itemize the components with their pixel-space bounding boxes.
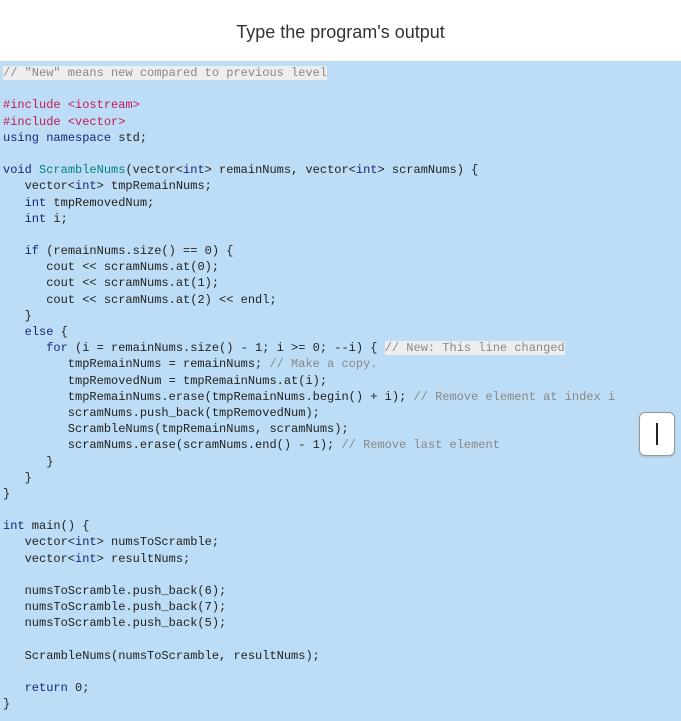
code-text: ScrambleNums(numsToScramble, resultNums)… — [3, 649, 320, 663]
code-num: 0 — [205, 244, 212, 258]
code-text: vector< — [3, 179, 75, 193]
code-text: scramNums.push_back(tmpRemovedNum); — [3, 406, 320, 420]
code-text: ); — [212, 600, 226, 614]
code-text: (remainNums.size() == — [39, 244, 205, 258]
code-text: > remainNums, vector< — [205, 163, 356, 177]
page-title: Type the program's output — [0, 0, 681, 61]
code-text: ) << endl; — [205, 293, 277, 307]
code-include: <iostream> — [68, 98, 140, 112]
code-text: ScrambleNums(tmpRemainNums, scramNums); — [3, 422, 349, 436]
code-keyword: int — [3, 196, 46, 210]
code-num: 0 — [197, 260, 204, 274]
code-keyword: int — [356, 163, 378, 177]
code-num: 0 — [313, 341, 320, 355]
code-preproc: #include — [3, 115, 68, 129]
code-keyword: return — [3, 681, 68, 695]
code-text: numsToScramble.push_back( — [3, 584, 205, 598]
code-keyword: if — [3, 244, 39, 258]
code-num: 7 — [205, 600, 212, 614]
code-keyword: for — [3, 341, 68, 355]
code-text: (vector< — [125, 163, 183, 177]
code-text: ); — [205, 260, 219, 274]
code-num: 0 — [68, 681, 82, 695]
code-text: ); — [212, 584, 226, 598]
code-func: ScrambleNums — [32, 163, 126, 177]
code-text: i; — [46, 212, 68, 226]
code-text: tmpRemovedNum = tmpRemainNums.at(i); — [3, 374, 327, 388]
code-keyword: else — [3, 325, 53, 339]
code-keyword: int — [75, 179, 97, 193]
code-text: ; --i) { — [320, 341, 385, 355]
code-text: std; — [111, 131, 147, 145]
code-block: // "New" means new compared to previous … — [0, 61, 681, 721]
code-text: { — [53, 325, 67, 339]
code-text: ; — [82, 681, 89, 695]
code-text: > numsToScramble; — [97, 535, 219, 549]
code-text: ); — [205, 276, 219, 290]
code-keyword: int — [3, 519, 25, 533]
code-text: tmpRemainNums.erase(tmpRemainNums.begin(… — [3, 390, 413, 404]
code-text: } — [3, 309, 32, 323]
code-text: ; i >= — [262, 341, 312, 355]
code-text: scramNums.erase(scramNums.end() - — [3, 438, 313, 452]
code-num: 5 — [205, 616, 212, 630]
code-text: > tmpRemainNums; — [97, 179, 212, 193]
code-text: main() { — [25, 519, 90, 533]
code-keyword: int — [183, 163, 205, 177]
code-text: (i = remainNums.size() - — [68, 341, 255, 355]
code-keyword: void — [3, 163, 32, 177]
text-cursor-icon — [656, 423, 658, 445]
code-include: <vector> — [68, 115, 126, 129]
code-keyword: using — [3, 131, 39, 145]
code-text: } — [3, 455, 53, 469]
code-keyword: namespace — [39, 131, 111, 145]
code-text: > resultNums; — [97, 552, 191, 566]
code-text: numsToScramble.push_back( — [3, 616, 205, 630]
code-text: vector< — [3, 535, 75, 549]
answer-input[interactable] — [639, 412, 675, 456]
code-keyword: int — [3, 212, 46, 226]
code-text: } — [3, 697, 10, 711]
code-text: > scramNums) { — [378, 163, 479, 177]
code-text: cout << scramNums.at( — [3, 293, 197, 307]
code-text: numsToScramble.push_back( — [3, 600, 205, 614]
code-num: 1 — [313, 438, 320, 452]
code-text: cout << scramNums.at( — [3, 276, 197, 290]
code-comment: // New: This line changed — [385, 341, 565, 355]
code-text: cout << scramNums.at( — [3, 260, 197, 274]
code-text: ) { — [212, 244, 234, 258]
code-keyword: int — [75, 552, 97, 566]
code-text: tmpRemainNums = remainNums; — [3, 357, 269, 371]
code-keyword: int — [75, 535, 97, 549]
code-text: vector< — [3, 552, 75, 566]
code-num: 1 — [197, 276, 204, 290]
code-comment: // Remove element at index i — [413, 390, 615, 404]
code-text: } — [3, 487, 10, 501]
code-num: 2 — [197, 293, 204, 307]
code-text: ); — [212, 616, 226, 630]
code-preproc: #include — [3, 98, 68, 112]
code-text: ); — [320, 438, 342, 452]
code-num: 6 — [205, 584, 212, 598]
code-text: } — [3, 471, 32, 485]
code-comment: // Remove last element — [341, 438, 499, 452]
code-comment: // Make a copy. — [269, 357, 377, 371]
code-comment: // "New" means new compared to previous … — [3, 66, 327, 80]
code-text: tmpRemovedNum; — [46, 196, 154, 210]
